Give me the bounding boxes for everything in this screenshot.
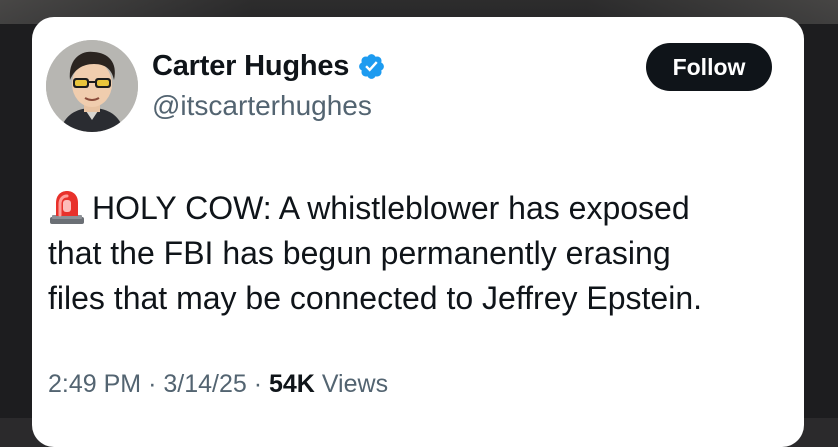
meta-separator: ·	[148, 370, 157, 398]
author-handle[interactable]: @itscarterhughes	[152, 90, 372, 122]
police-siren-icon	[48, 189, 86, 225]
author-display-name[interactable]: Carter Hughes	[152, 50, 349, 83]
tweet-date[interactable]: 3/14/25	[163, 370, 246, 398]
tweet-line-2: that the FBI has begun permanently erasi…	[48, 235, 671, 271]
tweet-time[interactable]: 2:49 PM	[48, 370, 141, 398]
author-avatar[interactable]	[46, 40, 138, 132]
tweet-meta: 2:49 PM · 3/14/25 · 54K Views	[48, 370, 388, 399]
author-name-row: Carter Hughes	[152, 50, 386, 83]
views-count[interactable]: 54K	[269, 370, 315, 398]
verified-badge-icon	[357, 52, 386, 81]
views-label: Views	[321, 370, 389, 398]
avatar-image	[46, 40, 138, 132]
tweet-line-3: files that may be connected to Jeffrey E…	[48, 280, 702, 316]
tweet-line-1: HOLY COW: A whistleblower has exposed	[48, 186, 788, 231]
follow-button[interactable]: Follow	[646, 43, 772, 91]
tweet-text: HOLY COW: A whistleblower has exposed th…	[48, 186, 788, 321]
meta-separator: ·	[253, 370, 263, 398]
